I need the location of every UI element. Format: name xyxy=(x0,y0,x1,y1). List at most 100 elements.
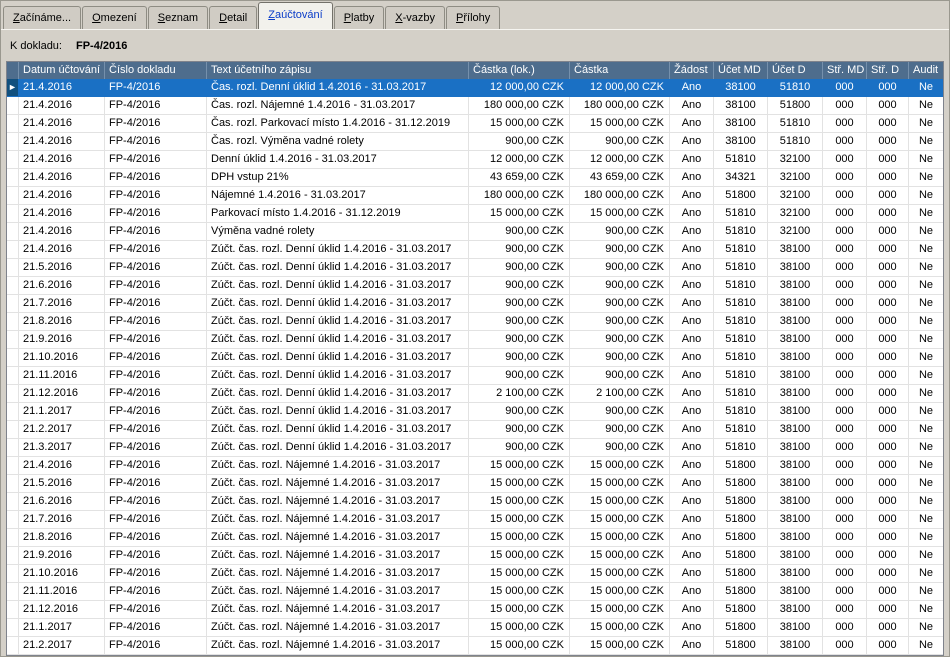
cell[interactable]: 21.5.2016 xyxy=(19,475,105,492)
cell[interactable]: 51810 xyxy=(714,403,768,420)
cell[interactable]: 000 xyxy=(823,115,867,132)
cell[interactable]: 51810 xyxy=(714,151,768,168)
table-row[interactable]: 21.8.2016FP-4/2016Zúčt. čas. rozl. Nájem… xyxy=(7,529,943,547)
cell[interactable]: 000 xyxy=(823,439,867,456)
cell[interactable]: Ne xyxy=(909,205,943,222)
cell[interactable]: Ano xyxy=(670,115,714,132)
cell[interactable]: 000 xyxy=(867,457,909,474)
tab-detail[interactable]: Detail xyxy=(209,6,257,29)
table-row[interactable]: 21.7.2016FP-4/2016Zúčt. čas. rozl. Nájem… xyxy=(7,511,943,529)
cell[interactable]: 51800 xyxy=(714,493,768,510)
cell[interactable]: Ne xyxy=(909,187,943,204)
cell[interactable]: Zúčt. čas. rozl. Denní úklid 1.4.2016 - … xyxy=(207,331,469,348)
cell[interactable]: 21.7.2016 xyxy=(19,511,105,528)
cell[interactable]: 900,00 CZK xyxy=(570,259,670,276)
row-selector[interactable] xyxy=(7,223,19,240)
cell[interactable]: Ne xyxy=(909,403,943,420)
cell[interactable]: 51810 xyxy=(714,241,768,258)
cell[interactable]: 000 xyxy=(867,205,909,222)
cell[interactable]: 38100 xyxy=(768,547,823,564)
cell[interactable]: 900,00 CZK xyxy=(570,241,670,258)
cell[interactable]: Ne xyxy=(909,169,943,186)
cell[interactable]: 15 000,00 CZK xyxy=(469,601,570,618)
cell[interactable]: Zúčt. čas. rozl. Denní úklid 1.4.2016 - … xyxy=(207,421,469,438)
row-selector[interactable]: ► xyxy=(7,79,19,96)
cell[interactable]: 000 xyxy=(867,619,909,636)
cell[interactable]: Ne xyxy=(909,601,943,618)
table-row[interactable]: 21.4.2016FP-4/2016Výměna vadné rolety900… xyxy=(7,223,943,241)
row-selector[interactable] xyxy=(7,151,19,168)
cell[interactable]: FP-4/2016 xyxy=(105,493,207,510)
cell[interactable]: FP-4/2016 xyxy=(105,277,207,294)
cell[interactable]: 000 xyxy=(867,439,909,456)
cell[interactable]: Zúčt. čas. rozl. Denní úklid 1.4.2016 - … xyxy=(207,295,469,312)
cell[interactable]: 000 xyxy=(823,349,867,366)
cell[interactable]: 000 xyxy=(867,493,909,510)
cell[interactable]: 900,00 CZK xyxy=(469,331,570,348)
cell[interactable]: Zúčt. čas. rozl. Nájemné 1.4.2016 - 31.0… xyxy=(207,637,469,654)
table-row[interactable]: 21.12.2016FP-4/2016Zúčt. čas. rozl. Denn… xyxy=(7,385,943,403)
row-selector[interactable] xyxy=(7,313,19,330)
row-selector[interactable] xyxy=(7,403,19,420)
cell[interactable]: 000 xyxy=(867,349,909,366)
cell[interactable]: 15 000,00 CZK xyxy=(570,115,670,132)
cell[interactable]: 000 xyxy=(823,457,867,474)
cell[interactable]: 38100 xyxy=(768,367,823,384)
cell[interactable]: 000 xyxy=(823,529,867,546)
cell[interactable]: Ano xyxy=(670,583,714,600)
cell[interactable]: 000 xyxy=(867,331,909,348)
cell[interactable]: 900,00 CZK xyxy=(469,259,570,276)
row-selector[interactable] xyxy=(7,367,19,384)
cell[interactable]: 900,00 CZK xyxy=(570,421,670,438)
cell[interactable]: Ne xyxy=(909,619,943,636)
tab-omezeni[interactable]: Omezení xyxy=(82,6,147,29)
cell[interactable]: 000 xyxy=(867,79,909,96)
cell[interactable]: FP-4/2016 xyxy=(105,223,207,240)
table-row[interactable]: 21.2.2017FP-4/2016Zúčt. čas. rozl. Denní… xyxy=(7,421,943,439)
table-row[interactable]: 21.4.2016FP-4/2016Nájemné 1.4.2016 - 31.… xyxy=(7,187,943,205)
cell[interactable]: Ano xyxy=(670,97,714,114)
cell[interactable]: 38100 xyxy=(768,493,823,510)
table-row[interactable]: 21.4.2016FP-4/2016Parkovací místo 1.4.20… xyxy=(7,205,943,223)
table-row[interactable]: ►21.4.2016FP-4/2016Čas. rozl. Denní úkli… xyxy=(7,79,943,97)
cell[interactable]: Čas. rozl. Denní úklid 1.4.2016 - 31.03.… xyxy=(207,79,469,96)
row-selector[interactable] xyxy=(7,169,19,186)
cell[interactable]: FP-4/2016 xyxy=(105,169,207,186)
cell[interactable]: 900,00 CZK xyxy=(570,133,670,150)
row-selector[interactable] xyxy=(7,601,19,618)
column-header[interactable]: Audit xyxy=(909,62,943,79)
cell[interactable]: 51800 xyxy=(714,457,768,474)
cell[interactable]: 900,00 CZK xyxy=(469,403,570,420)
cell[interactable]: 000 xyxy=(867,547,909,564)
cell[interactable]: Ano xyxy=(670,547,714,564)
cell[interactable]: Ne xyxy=(909,511,943,528)
table-row[interactable]: 21.2.2017FP-4/2016Zúčt. čas. rozl. Nájem… xyxy=(7,637,943,655)
cell[interactable]: 900,00 CZK xyxy=(570,367,670,384)
table-row[interactable]: 21.4.2016FP-4/2016Čas. rozl. Parkovací m… xyxy=(7,115,943,133)
row-selector[interactable] xyxy=(7,511,19,528)
cell[interactable]: FP-4/2016 xyxy=(105,97,207,114)
cell[interactable]: 38100 xyxy=(714,115,768,132)
cell[interactable]: 000 xyxy=(867,367,909,384)
table-row[interactable]: 21.9.2016FP-4/2016Zúčt. čas. rozl. Denní… xyxy=(7,331,943,349)
cell[interactable]: 38100 xyxy=(768,439,823,456)
cell[interactable]: 000 xyxy=(867,313,909,330)
cell[interactable]: 000 xyxy=(867,97,909,114)
cell[interactable]: 21.4.2016 xyxy=(19,205,105,222)
cell[interactable]: Ne xyxy=(909,313,943,330)
cell[interactable]: Ano xyxy=(670,511,714,528)
cell[interactable]: Zúčt. čas. rozl. Nájemné 1.4.2016 - 31.0… xyxy=(207,457,469,474)
cell[interactable]: 21.8.2016 xyxy=(19,529,105,546)
row-selector[interactable] xyxy=(7,529,19,546)
cell[interactable]: 000 xyxy=(867,421,909,438)
cell[interactable]: Ano xyxy=(670,457,714,474)
cell[interactable]: 15 000,00 CZK xyxy=(469,511,570,528)
cell[interactable]: Zúčt. čas. rozl. Denní úklid 1.4.2016 - … xyxy=(207,403,469,420)
cell[interactable]: 000 xyxy=(823,475,867,492)
cell[interactable]: 51800 xyxy=(714,637,768,654)
cell[interactable]: 000 xyxy=(823,151,867,168)
cell[interactable]: 51810 xyxy=(768,133,823,150)
cell[interactable]: Ano xyxy=(670,349,714,366)
cell[interactable]: 21.4.2016 xyxy=(19,169,105,186)
table-row[interactable]: 21.6.2016FP-4/2016Zúčt. čas. rozl. Denní… xyxy=(7,277,943,295)
